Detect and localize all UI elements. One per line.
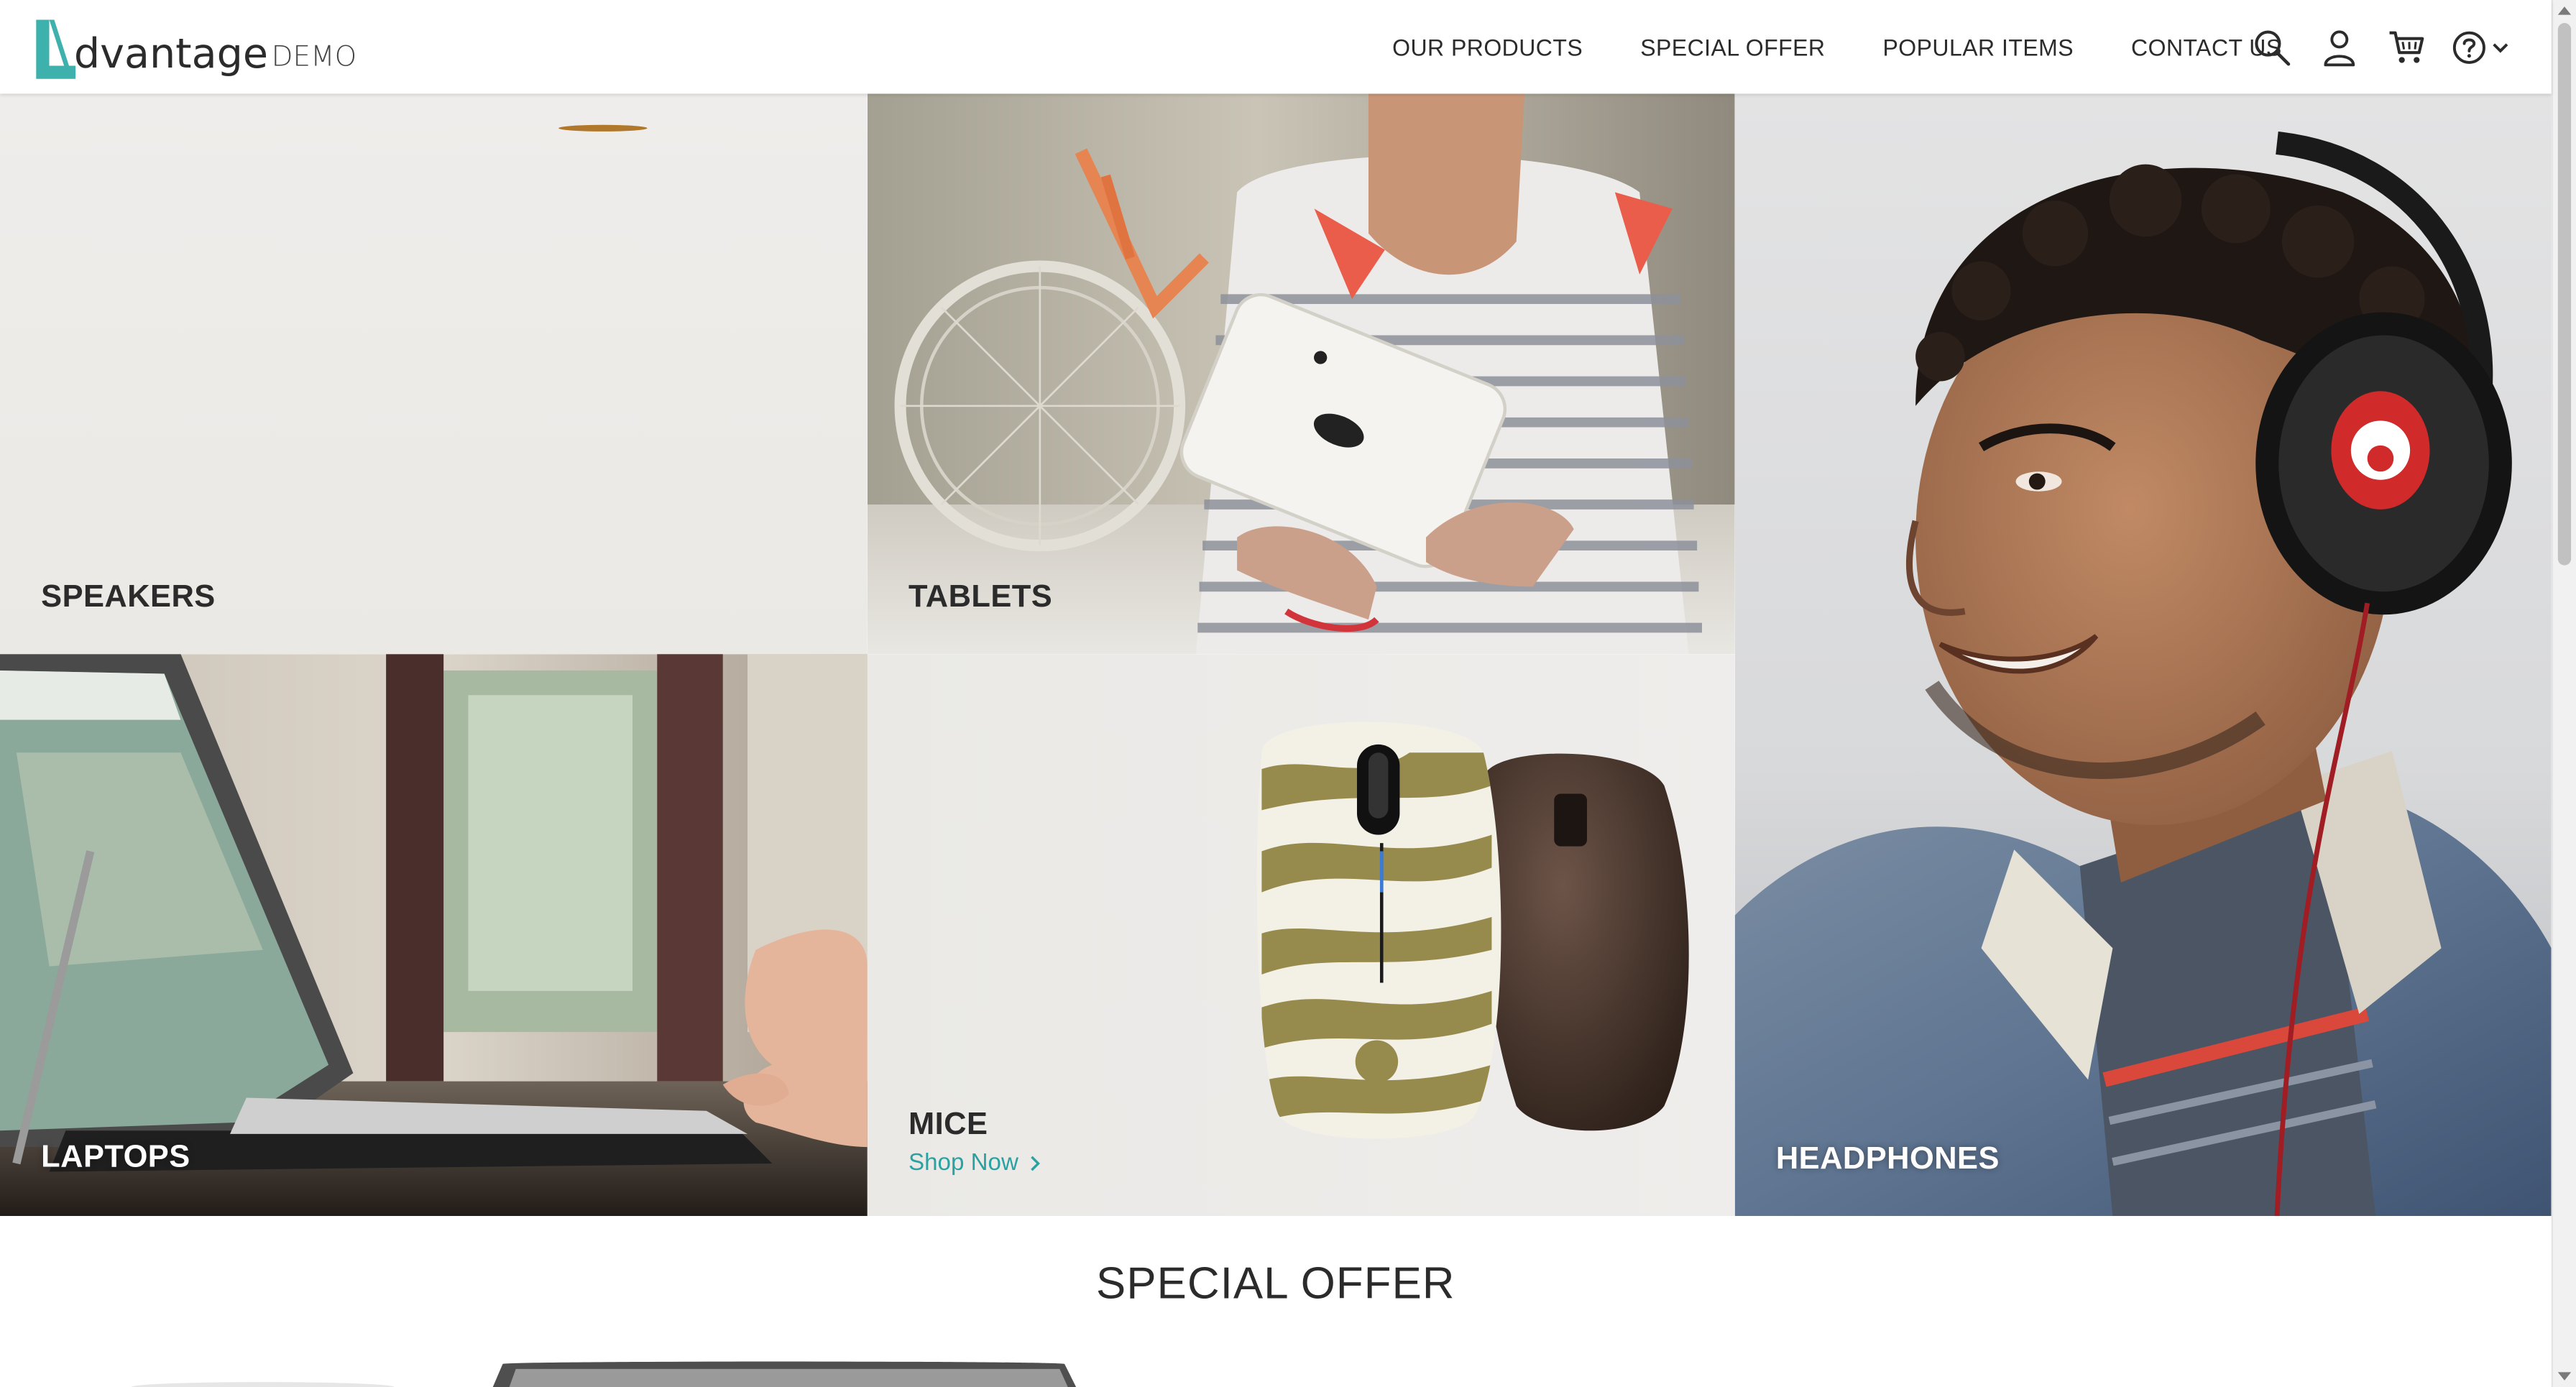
special-offer-heading: SPECIAL OFFER	[1096, 1258, 1455, 1309]
category-tile-headphones[interactable]: HEADPHONES	[1734, 93, 2552, 1217]
category-tile-tablets[interactable]: TABLETS	[867, 93, 1735, 655]
page-scrollbar[interactable]	[2551, 0, 2576, 1387]
headphones-image	[1734, 93, 2552, 1217]
search-icon	[2255, 29, 2291, 65]
user-icon	[2324, 29, 2355, 66]
shop-now-link[interactable]: Shop Now	[908, 1150, 1041, 1177]
nav-special-offer[interactable]: SPECIAL OFFER	[1640, 34, 1825, 60]
category-label-mice: MICE	[908, 1107, 988, 1143]
chevron-right-icon	[1030, 1156, 1040, 1171]
shop-now-label: Shop Now	[908, 1150, 1018, 1177]
help-icon	[2452, 30, 2485, 63]
page: dvantage DEMO OUR PRODUCTS SPECIAL OFFER…	[0, 0, 2576, 1387]
speakers-image	[0, 93, 868, 655]
scrollbar-thumb[interactable]	[2557, 23, 2572, 566]
category-tile-speakers[interactable]: SPEAKERS	[0, 93, 868, 655]
special-offer-product-image	[131, 1361, 1077, 1387]
cart-icon	[2389, 30, 2424, 63]
cart-button[interactable]	[2382, 22, 2432, 72]
top-nav-bar: dvantage DEMO OUR PRODUCTS SPECIAL OFFER…	[0, 0, 2552, 94]
category-label-speakers: SPEAKERS	[41, 580, 216, 615]
mice-image	[867, 654, 1735, 1217]
scroll-down-arrow-icon[interactable]	[2557, 1372, 2572, 1381]
user-menu-button[interactable]	[2315, 22, 2365, 72]
tablets-image	[867, 93, 1735, 655]
logo-demo-text: DEMO	[271, 41, 357, 74]
category-tile-laptops[interactable]: LAPTOPS	[0, 654, 868, 1217]
logo-wordmark: dvantage	[73, 29, 269, 78]
category-label-headphones: HEADPHONES	[1775, 1142, 2000, 1177]
laptops-image	[0, 654, 868, 1217]
search-button[interactable]	[2248, 22, 2297, 72]
logo[interactable]: dvantage DEMO	[31, 13, 356, 82]
help-menu-button[interactable]	[2450, 22, 2508, 72]
nav-popular-items[interactable]: POPULAR ITEMS	[1882, 34, 2074, 60]
main-nav: OUR PRODUCTS SPECIAL OFFER POPULAR ITEMS…	[1363, 0, 2311, 93]
nav-our-products[interactable]: OUR PRODUCTS	[1392, 34, 1583, 60]
scroll-up-arrow-icon[interactable]	[2557, 6, 2572, 15]
category-label-tablets: TABLETS	[908, 580, 1053, 615]
category-label-laptops: LAPTOPS	[41, 1140, 190, 1175]
chevron-down-icon	[2492, 42, 2508, 52]
logo-mark-icon	[36, 19, 76, 79]
header-actions	[2248, 0, 2527, 93]
category-tile-mice[interactable]: MICE	[867, 654, 1735, 1217]
